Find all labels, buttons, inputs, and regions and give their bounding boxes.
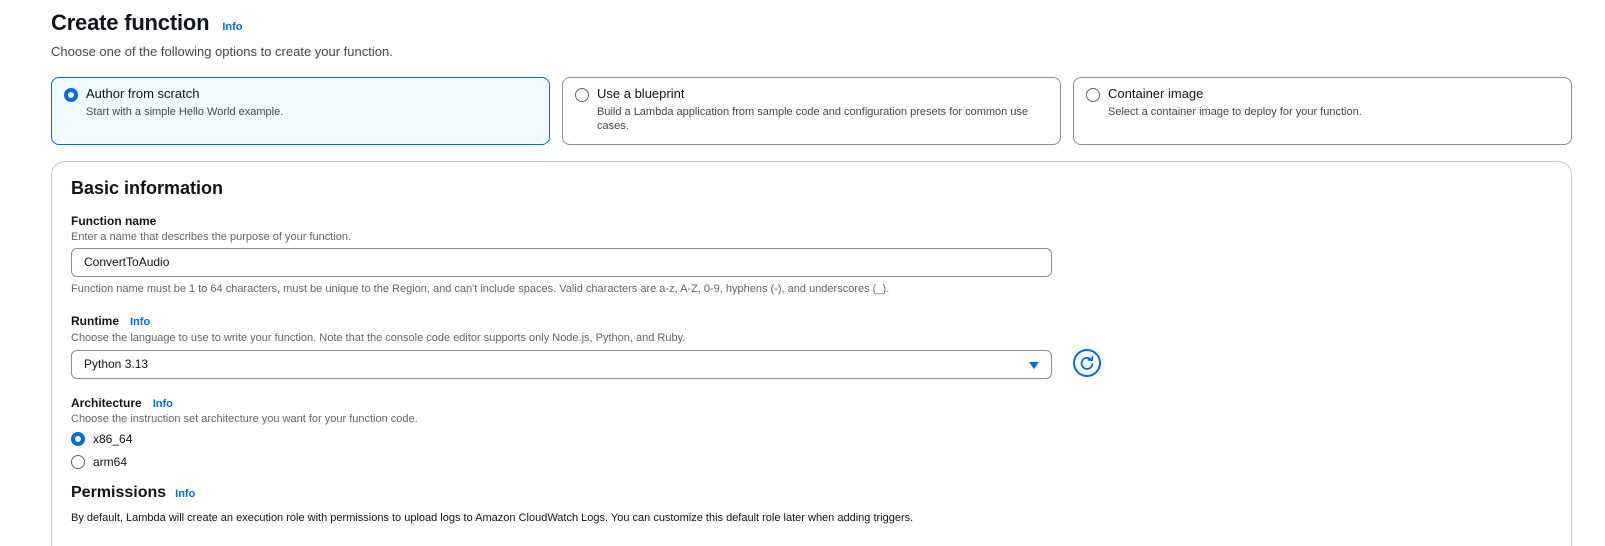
- architecture-option-label: arm64: [93, 455, 128, 469]
- architecture-label-text: Architecture: [71, 396, 142, 410]
- runtime-label: Runtime Info: [71, 314, 150, 328]
- option-container-image[interactable]: Container image Select a container image…: [1073, 77, 1572, 145]
- runtime-label-text: Runtime: [71, 314, 119, 328]
- architecture-label: Architecture Info: [71, 396, 173, 410]
- function-name-label-text: Function name: [71, 214, 157, 228]
- option-author-from-scratch[interactable]: Author from scratch Start with a simple …: [51, 77, 550, 145]
- title-info-link[interactable]: Info: [222, 21, 242, 33]
- arm64-radio[interactable]: [71, 455, 85, 469]
- permissions-title: Permissions: [71, 484, 167, 501]
- option-description: Start with a simple Hello World example.: [86, 106, 284, 118]
- architecture-description: Choose the instruction set architecture …: [71, 413, 418, 425]
- architecture-option-arm64[interactable]: arm64: [71, 455, 127, 469]
- runtime-select-value: Python 3.13: [84, 357, 149, 371]
- function-name-constraint: Function name must be 1 to 64 characters…: [71, 283, 890, 295]
- runtime-select[interactable]: Python 3.13: [71, 350, 1052, 379]
- x86-64-radio[interactable]: [71, 432, 85, 446]
- refresh-icon: [1080, 355, 1094, 370]
- container-image-radio[interactable]: [1086, 88, 1100, 102]
- caret-down-icon: [1029, 362, 1039, 369]
- basic-information-title: Basic information: [71, 178, 224, 198]
- option-title: Use a blueprint: [597, 86, 685, 101]
- option-description: Select a container image to deploy for y…: [1108, 106, 1362, 118]
- refresh-runtime-button[interactable]: [1073, 349, 1101, 377]
- use-a-blueprint-radio[interactable]: [575, 88, 589, 102]
- basic-information-panel: Basic information Function name Enter a …: [51, 161, 1572, 546]
- page-title: Create function: [51, 10, 210, 35]
- function-name-label: Function name: [71, 214, 156, 228]
- architecture-option-label: x86_64: [93, 432, 133, 446]
- permissions-heading: Permissions Info: [71, 484, 195, 502]
- title-row: Create function Info: [51, 10, 243, 36]
- runtime-info-link[interactable]: Info: [130, 316, 150, 328]
- architecture-info-link[interactable]: Info: [153, 398, 173, 410]
- option-description: Build a Lambda application from sample c…: [597, 106, 1029, 132]
- runtime-description: Choose the language to use to write your…: [71, 332, 686, 344]
- architecture-option-x86-64[interactable]: x86_64: [71, 432, 132, 446]
- option-use-a-blueprint[interactable]: Use a blueprint Build a Lambda applicati…: [562, 77, 1061, 145]
- function-name-input[interactable]: ConvertToAudio: [71, 248, 1052, 277]
- page-subtitle: Choose one of the following options to c…: [51, 44, 393, 59]
- function-name-description: Enter a name that describes the purpose …: [71, 231, 352, 243]
- permissions-info-link[interactable]: Info: [175, 488, 195, 500]
- permissions-description: By default, Lambda will create an execut…: [71, 512, 914, 524]
- author-from-scratch-radio[interactable]: [64, 88, 78, 102]
- option-title: Author from scratch: [86, 86, 200, 101]
- create-function-page: Create function Info Choose one of the f…: [0, 0, 1605, 546]
- option-title: Container image: [1108, 86, 1204, 101]
